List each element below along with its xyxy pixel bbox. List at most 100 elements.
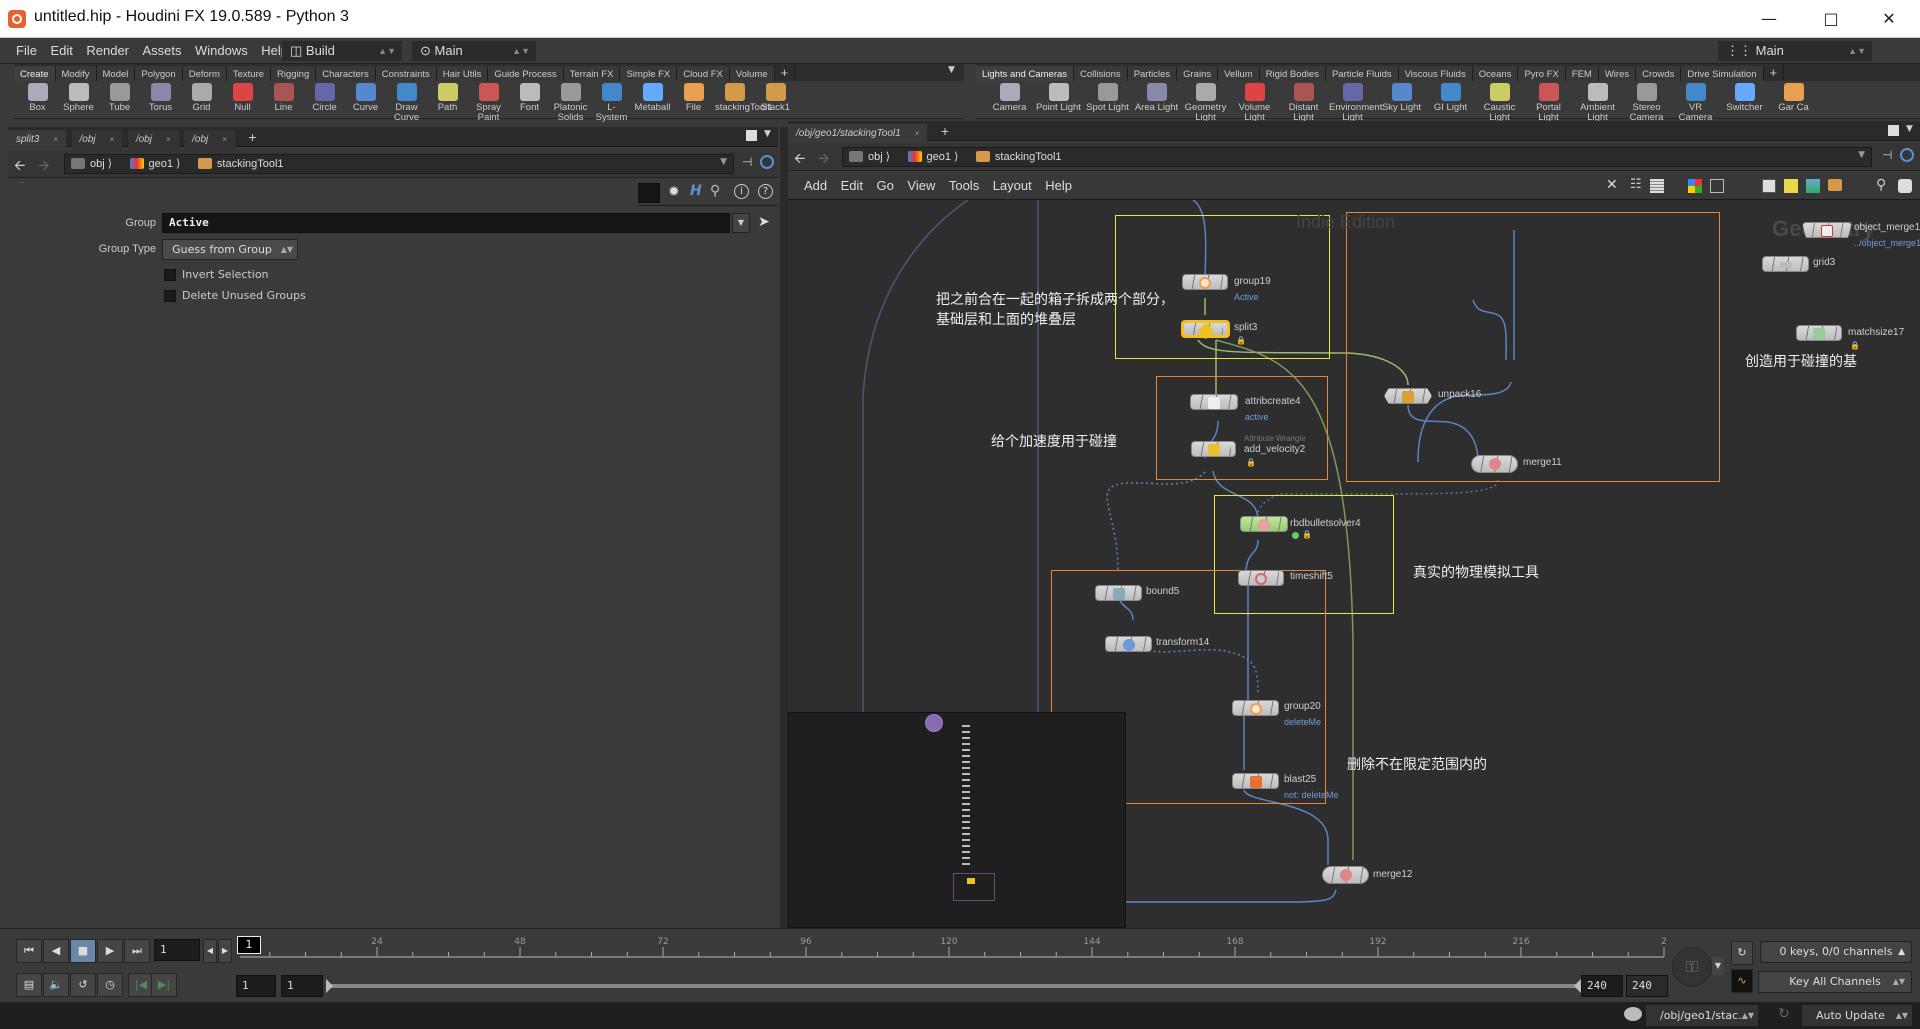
shelf-tool-platonic-solids[interactable]: Platonic Solids bbox=[551, 83, 590, 123]
range-start2-input[interactable]: 1 bbox=[281, 975, 323, 997]
color-palette-icon[interactable] bbox=[1688, 179, 1702, 193]
group-dropdown-button[interactable]: ▼ bbox=[732, 213, 750, 233]
node-timeshift5[interactable] bbox=[1238, 570, 1284, 586]
crumb-stackingtool1[interactable]: stackingTool1 bbox=[192, 155, 292, 173]
shelf-tool-path[interactable]: Path bbox=[428, 83, 467, 113]
close-tab-icon[interactable]: × bbox=[110, 135, 115, 144]
node-attribcreate4[interactable] bbox=[1190, 394, 1238, 410]
clock-options-icon[interactable]: ◷ bbox=[97, 973, 123, 997]
shelf-tool-stereo-camera[interactable]: Stereo Camera bbox=[1623, 83, 1670, 123]
play-reverse-button[interactable]: ◀ bbox=[43, 939, 69, 963]
pane-menu-arrow-icon[interactable]: ▼ bbox=[764, 129, 771, 139]
shelf-tool-spray-paint[interactable]: Spray Paint bbox=[469, 83, 508, 123]
tab-split3[interactable]: split3 × bbox=[8, 130, 67, 150]
invert-selection-checkbox[interactable] bbox=[164, 269, 176, 281]
netbox-base[interactable] bbox=[1346, 212, 1720, 482]
pane-menu-arrow-icon[interactable]: ▼ bbox=[1906, 124, 1913, 134]
key-icon[interactable]: ⚿ bbox=[1672, 947, 1712, 987]
audio-speaker-icon[interactable]: 🔈 bbox=[43, 973, 69, 997]
node-add-velocity2[interactable] bbox=[1191, 441, 1236, 457]
shelf-tool-gi-light[interactable]: GI Light bbox=[1427, 83, 1474, 113]
node-merge11[interactable] bbox=[1471, 455, 1518, 473]
crumb-geo1[interactable]: geo1 ⟩ bbox=[124, 155, 189, 173]
shelf-menu-arrow-icon[interactable]: ▼ bbox=[948, 65, 955, 75]
key-menu-arrow-icon[interactable]: ▼ bbox=[1712, 957, 1724, 975]
node-group19[interactable] bbox=[1182, 274, 1228, 290]
forward-arrow-icon[interactable]: 🡪 bbox=[818, 148, 829, 172]
netbox-velocity[interactable] bbox=[1156, 376, 1328, 480]
shelf-tool-torus[interactable]: Torus bbox=[141, 83, 180, 113]
eye-icon[interactable] bbox=[1898, 179, 1912, 193]
houdini-help-icon[interactable]: H bbox=[690, 183, 702, 199]
shelf-tool-sphere[interactable]: Sphere bbox=[59, 83, 98, 113]
select-arrow-icon[interactable]: ➤ bbox=[758, 214, 770, 230]
close-tab-icon[interactable]: × bbox=[166, 135, 171, 144]
crumb-obj[interactable]: obj ⟩ bbox=[843, 148, 898, 166]
node-object-merge17[interactable] bbox=[1802, 222, 1852, 238]
link-target-icon[interactable] bbox=[1900, 148, 1914, 162]
right-desktop-select[interactable]: ⋮⋮ Main ▲▼ bbox=[1718, 41, 1872, 61]
crumb-stackingtool1[interactable]: stackingTool1 bbox=[970, 148, 1070, 166]
crumb-geo1[interactable]: geo1 ⟩ bbox=[902, 148, 967, 166]
pin-icon[interactable]: ⊣ bbox=[742, 155, 752, 169]
crumb-obj[interactable]: obj ⟩ bbox=[65, 155, 120, 173]
node-group20[interactable] bbox=[1232, 700, 1279, 716]
network-box-icon[interactable] bbox=[1762, 179, 1776, 193]
shelf-tool-ambient-light[interactable]: Ambient Light bbox=[1574, 83, 1621, 123]
add-tab-button[interactable]: + bbox=[933, 121, 957, 141]
step-forward-button[interactable]: ▶ bbox=[218, 939, 232, 963]
node-unpack16[interactable] bbox=[1384, 388, 1432, 404]
group-type-select[interactable]: Guess from Group ▲▼ bbox=[162, 239, 298, 260]
current-frame-input[interactable]: 1 bbox=[154, 939, 200, 961]
sticky-note-velocity[interactable]: 给个加速度用于碰撞 bbox=[991, 432, 1117, 452]
sticky-note-delete[interactable]: 删除不在限定范围内的 bbox=[1347, 755, 1487, 775]
shelf-tool-file[interactable]: File bbox=[674, 83, 713, 113]
shelf-tool-draw-curve[interactable]: Draw Curve bbox=[387, 83, 426, 123]
timeline-ruler[interactable]: 24 48 72 96 120 144 168 192 216 2 1 bbox=[236, 935, 1666, 963]
net-menu-view[interactable]: View bbox=[907, 173, 935, 199]
help-icon[interactable]: ? bbox=[758, 184, 773, 199]
tab-obj-2[interactable]: /obj × bbox=[127, 130, 179, 150]
shelf-tool-portal-light[interactable]: Portal Light bbox=[1525, 83, 1572, 123]
background-image-icon[interactable] bbox=[1806, 179, 1820, 193]
keys-status-button[interactable]: 0 keys, 0/0 channels ▲ bbox=[1760, 941, 1912, 963]
menu-file[interactable]: File bbox=[16, 38, 37, 64]
shelf-tool-switcher[interactable]: Switcher bbox=[1721, 83, 1768, 113]
sticky-note-split[interactable]: 把之前合在一起的箱子拆成两个部分， 基础层和上面的堆叠层 bbox=[936, 290, 1174, 330]
menu-assets[interactable]: Assets bbox=[143, 38, 182, 64]
close-tab-icon[interactable]: × bbox=[222, 135, 227, 144]
tab-obj-1[interactable]: /obj × bbox=[71, 130, 123, 150]
shelf-tool-volume-light[interactable]: Volume Light bbox=[1231, 83, 1278, 123]
menu-edit[interactable]: Edit bbox=[50, 38, 72, 64]
menu-render[interactable]: Render bbox=[86, 38, 129, 64]
current-frame-marker[interactable]: 1 bbox=[237, 936, 261, 954]
step-back-button[interactable]: ◀ bbox=[203, 939, 217, 963]
jump-start-button[interactable]: ⏮ bbox=[16, 939, 42, 963]
tab-network-path[interactable]: /obj/geo1/stackingTool1 × bbox=[788, 124, 928, 144]
jump-end-button[interactable]: ⏭ bbox=[124, 939, 150, 963]
gear-icon[interactable]: ✹ bbox=[668, 184, 680, 200]
pane-maximize-icon[interactable] bbox=[1888, 125, 1899, 136]
group-input[interactable]: Active bbox=[162, 213, 730, 233]
loop-mode-icon[interactable]: ↺ bbox=[70, 973, 96, 997]
maximize-button[interactable]: □ bbox=[1808, 6, 1854, 32]
node-grid3[interactable] bbox=[1762, 256, 1809, 272]
shelf-tool-camera[interactable]: Camera bbox=[986, 83, 1033, 113]
waveform-icon[interactable]: ∿ bbox=[1731, 969, 1753, 993]
stop-button[interactable]: ■ bbox=[70, 939, 96, 963]
link-target-icon[interactable] bbox=[760, 155, 774, 169]
shelf-tool-stackingtool1[interactable]: stackingTool1 bbox=[715, 83, 773, 113]
node-merge12[interactable] bbox=[1322, 866, 1369, 884]
pin-icon[interactable]: ⊣ bbox=[1882, 148, 1892, 162]
shelf-tool-curve[interactable]: Curve bbox=[346, 83, 385, 113]
channel-refresh-icon[interactable]: ↻ bbox=[1731, 941, 1753, 965]
range-start-input[interactable]: 1 bbox=[236, 975, 276, 997]
net-menu-help[interactable]: Help bbox=[1045, 173, 1072, 199]
back-arrow-icon[interactable]: 🡨 bbox=[794, 148, 805, 172]
net-menu-tools[interactable]: Tools bbox=[949, 173, 979, 199]
net-menu-layout[interactable]: Layout bbox=[993, 173, 1032, 199]
sticky-note-icon[interactable] bbox=[1784, 179, 1798, 193]
shelf-tool-environment-light[interactable]: Environment Light bbox=[1329, 83, 1382, 123]
shelf-tool-geometry-light[interactable]: Geometry Light bbox=[1182, 83, 1229, 123]
realtime-toggle-icon[interactable]: ▤ bbox=[16, 973, 42, 997]
